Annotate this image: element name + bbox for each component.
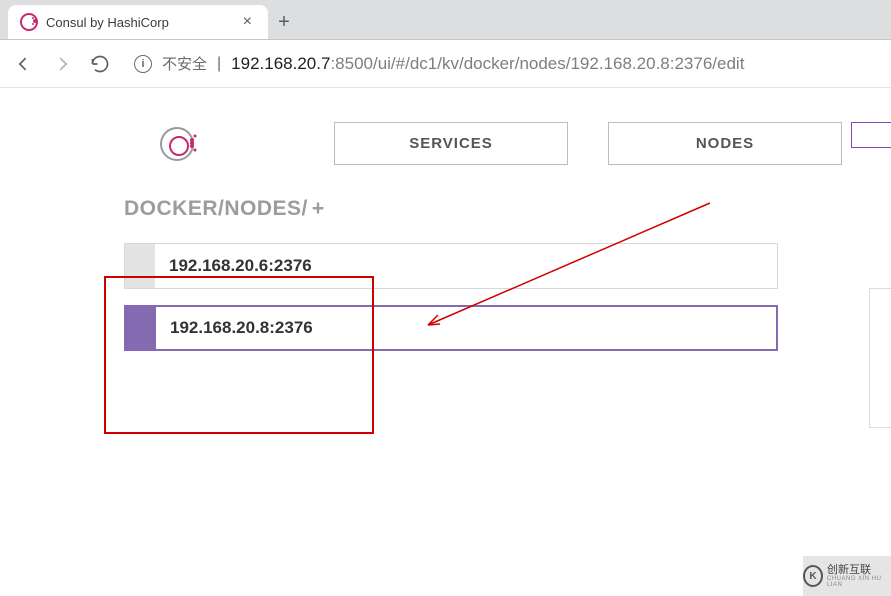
close-icon[interactable]: × <box>239 13 256 31</box>
kv-item[interactable]: 192.168.20.6:2376 <box>124 243 778 289</box>
kv-item-label: 192.168.20.8:2376 <box>156 307 313 349</box>
kv-indicator <box>126 307 156 349</box>
browser-tab[interactable]: Consul by HashiCorp × <box>8 5 268 39</box>
forward-button[interactable] <box>50 52 74 76</box>
breadcrumb-add-button[interactable]: + <box>312 197 324 221</box>
watermark-logo-icon: K <box>803 565 823 587</box>
back-button[interactable] <box>12 52 36 76</box>
watermark-sub: CHUANG XIN HU LIAN <box>827 576 891 588</box>
side-panel-peek <box>869 288 891 428</box>
tab-partial-right[interactable] <box>851 122 891 148</box>
tab-title: Consul by HashiCorp <box>46 15 231 30</box>
nav-tabs: SERVICES NODES <box>334 122 891 165</box>
new-tab-button[interactable]: + <box>268 5 300 39</box>
consul-favicon <box>20 13 38 31</box>
kv-item[interactable]: 192.168.20.8:2376 <box>124 305 778 351</box>
url-path: :8500/ui/#/dc1/kv/docker/nodes/192.168.2… <box>330 54 744 73</box>
page-content: SERVICES NODES DOCKER/NODES/ + 192.168.2… <box>0 88 891 596</box>
watermark: K 创新互联 CHUANG XIN HU LIAN <box>803 556 891 596</box>
url-host: 192.168.20.7 <box>231 54 330 73</box>
kv-indicator <box>125 244 155 288</box>
browser-nav-bar: i 不安全 | 192.168.20.7:8500/ui/#/dc1/kv/do… <box>0 40 891 88</box>
insecure-label: 不安全 <box>162 53 207 74</box>
reload-button[interactable] <box>88 52 112 76</box>
kv-item-label: 192.168.20.6:2376 <box>155 244 312 288</box>
breadcrumb: DOCKER/NODES/ + <box>124 197 891 221</box>
watermark-brand: 创新互联 <box>827 564 871 576</box>
breadcrumb-path[interactable]: DOCKER/NODES/ <box>124 197 308 221</box>
content-area: DOCKER/NODES/ + 192.168.20.6:2376 192.16… <box>0 187 891 351</box>
browser-tab-bar: Consul by HashiCorp × + <box>0 0 891 40</box>
tab-services[interactable]: SERVICES <box>334 122 568 165</box>
watermark-text: 创新互联 CHUANG XIN HU LIAN <box>827 565 891 588</box>
kv-list: 192.168.20.6:2376 192.168.20.8:2376 <box>124 243 778 351</box>
url-bar[interactable]: i 不安全 | 192.168.20.7:8500/ui/#/dc1/kv/do… <box>126 53 879 74</box>
tab-nodes[interactable]: NODES <box>608 122 842 165</box>
info-icon[interactable]: i <box>134 55 152 73</box>
url-separator: | <box>217 55 221 73</box>
app-top-nav: SERVICES NODES <box>0 88 891 187</box>
url-text: 192.168.20.7:8500/ui/#/dc1/kv/docker/nod… <box>231 54 744 74</box>
consul-logo-icon[interactable] <box>160 127 194 161</box>
